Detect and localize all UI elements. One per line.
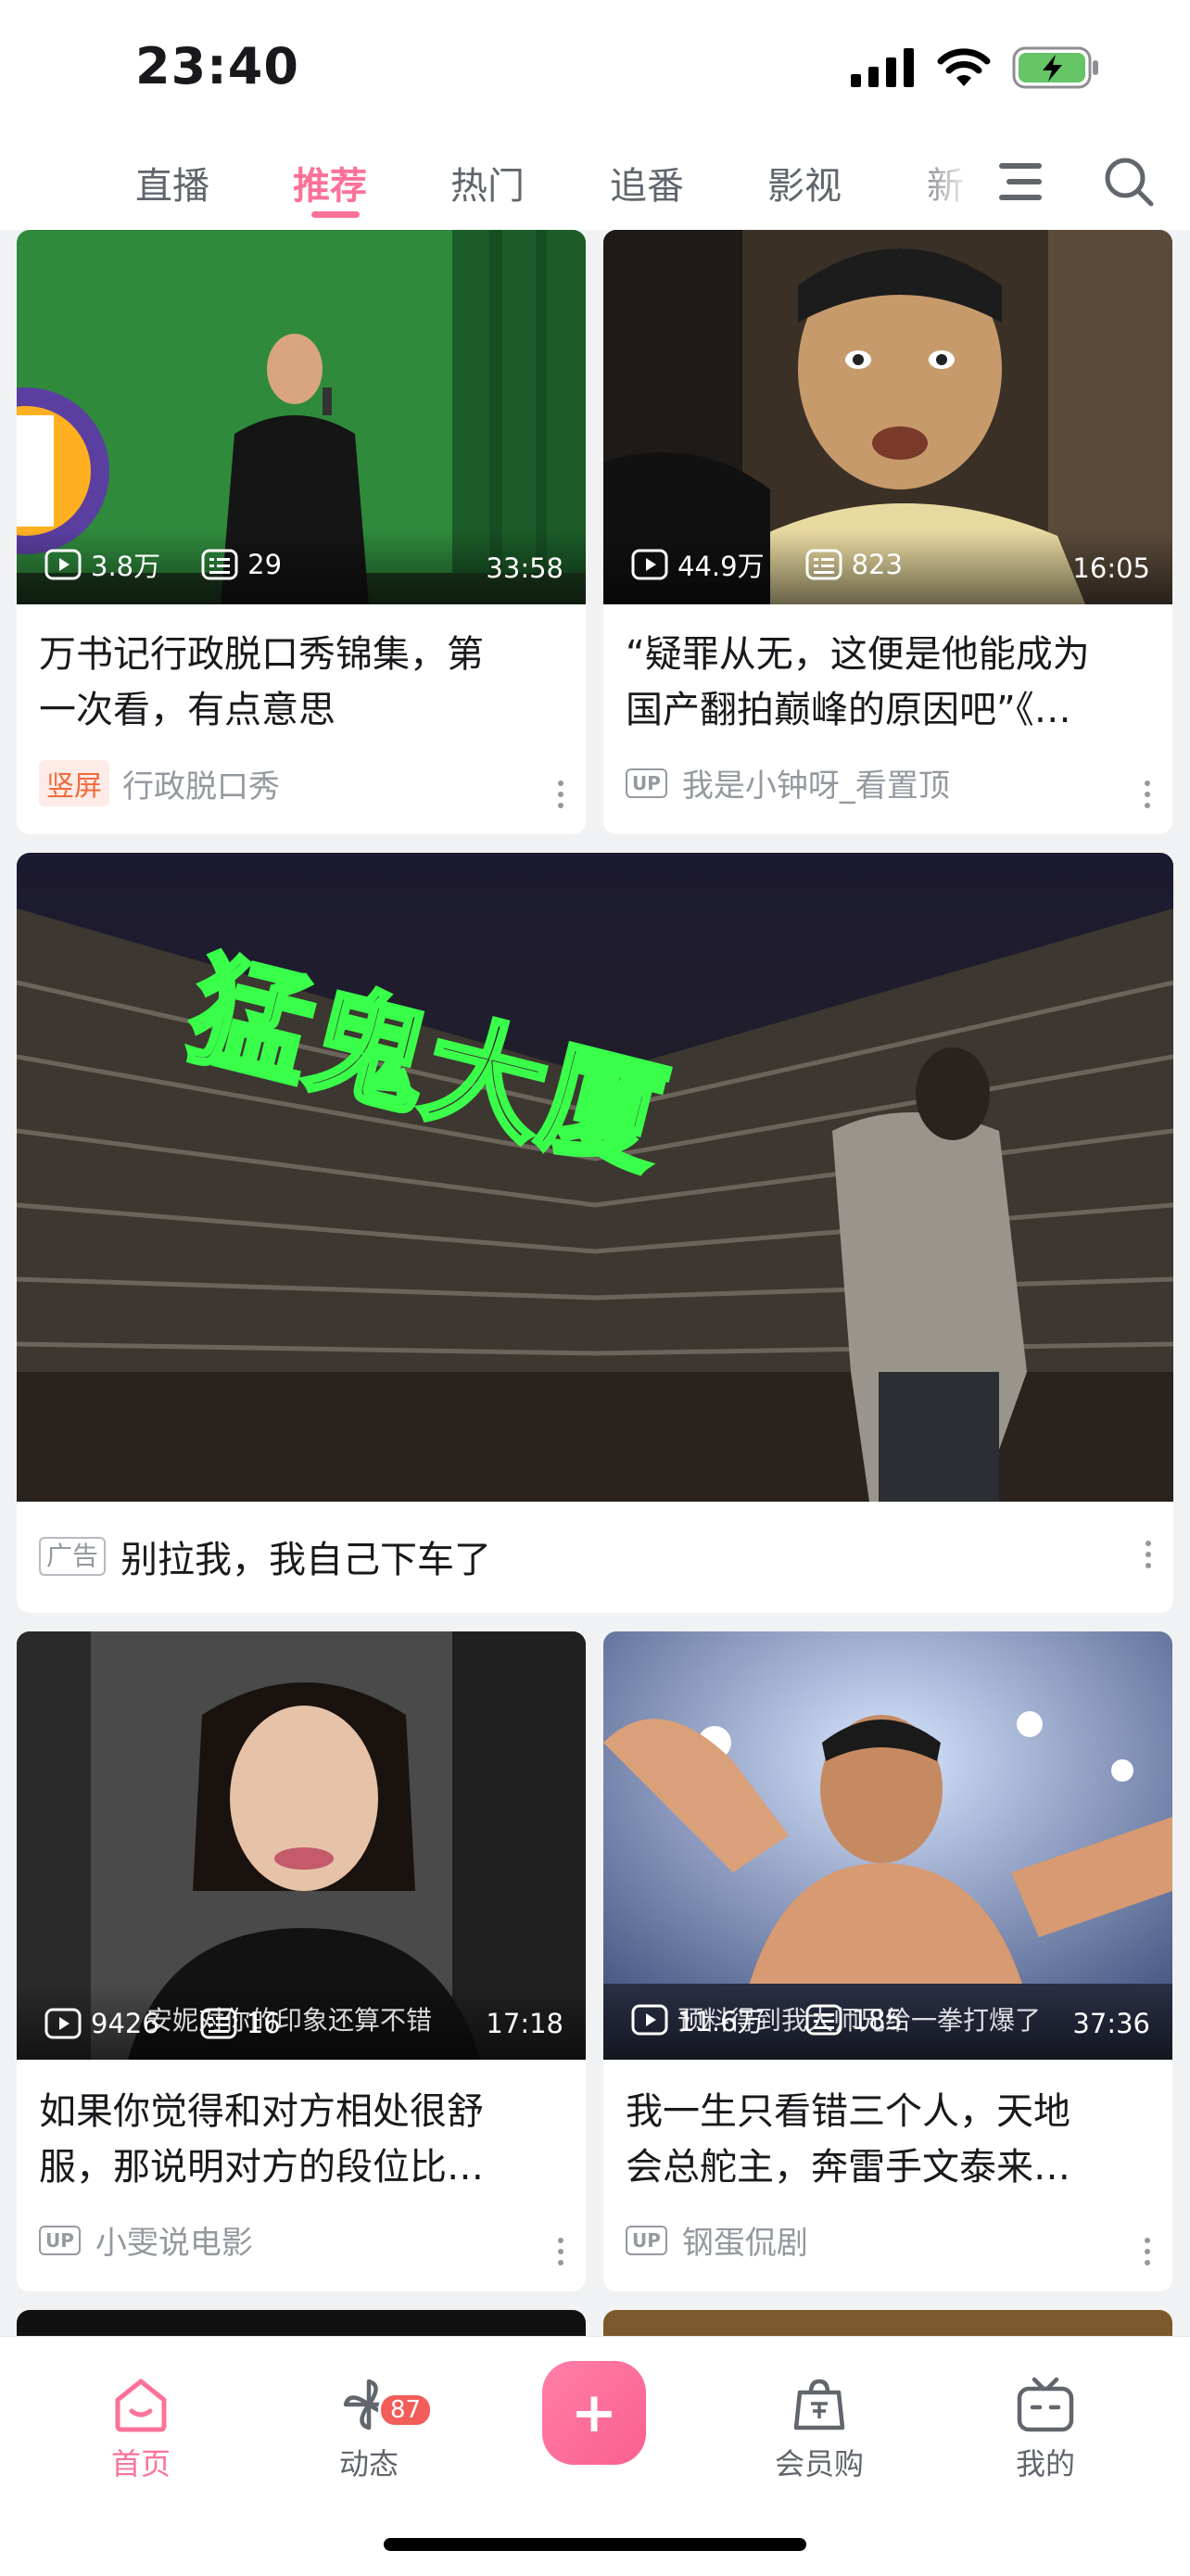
video-duration: 16:05 bbox=[1072, 552, 1150, 584]
tab-live[interactable]: 直播 bbox=[135, 156, 209, 209]
danmaku-count: 16 bbox=[246, 2008, 281, 2039]
video-duration: 33:58 bbox=[486, 552, 563, 584]
play-count-icon bbox=[631, 2004, 668, 2036]
video-stats: 44.9万 823 bbox=[631, 545, 943, 584]
tv-icon bbox=[1017, 2377, 1074, 2432]
author-name[interactable]: 行政脱口秀 bbox=[122, 761, 280, 806]
nav-home[interactable]: 首页 bbox=[76, 2367, 206, 2483]
video-stats: 11.6万 185 bbox=[631, 2000, 943, 2039]
author-name[interactable]: 我是小钟呀_看置顶 bbox=[682, 760, 950, 806]
up-badge: UP bbox=[626, 2225, 667, 2255]
video-title[interactable]: 万书记行政脱口秀锦集，第 一次看，有点意思 bbox=[39, 627, 484, 738]
wifi-icon bbox=[937, 48, 991, 86]
video-thumbnail[interactable]: 安妮对你的印象还算不错 9426 16 17:18 bbox=[17, 1631, 586, 2060]
more-options-icon[interactable] bbox=[1145, 780, 1150, 808]
video-stats: 3.8万 29 bbox=[44, 545, 323, 584]
video-thumbnail[interactable]: 3.8万 29 33:58 bbox=[17, 230, 586, 604]
more-options-icon[interactable] bbox=[558, 2238, 563, 2265]
more-options-icon[interactable] bbox=[558, 780, 563, 808]
notification-badge: 87 bbox=[378, 2392, 434, 2428]
danmaku-icon bbox=[805, 549, 842, 580]
ad-card[interactable]: 猛鬼大厦 广告 别拉我，我自己下车了 bbox=[17, 853, 1173, 1613]
danmaku-count: 185 bbox=[851, 2004, 903, 2036]
play-count-icon bbox=[44, 549, 82, 580]
video-thumbnail[interactable]: 44.9万 823 16:05 bbox=[603, 230, 1172, 604]
danmaku-icon bbox=[805, 2004, 842, 2036]
battery-charging-icon bbox=[1012, 46, 1098, 89]
more-options-icon[interactable] bbox=[1145, 2238, 1150, 2265]
danmaku-count: 823 bbox=[851, 549, 903, 580]
plus-icon: + bbox=[570, 2380, 618, 2445]
tab-movies[interactable]: 影视 bbox=[767, 156, 842, 209]
video-title[interactable]: 我一生只看错三个人，天地 会总舵主，奔雷手文泰来… bbox=[626, 2084, 1070, 2195]
ad-meta: 广告 别拉我，我自己下车了 bbox=[39, 1529, 491, 1583]
tab-hot[interactable]: 热门 bbox=[450, 156, 525, 209]
author-name[interactable]: 小雯说电影 bbox=[95, 2217, 253, 2263]
video-meta: UP 小雯说电影 bbox=[39, 2217, 253, 2263]
tab-recommend[interactable]: 推荐 bbox=[293, 156, 367, 209]
cellular-signal-icon bbox=[851, 48, 914, 87]
vertical-badge: 竖屏 bbox=[39, 760, 109, 806]
view-count: 44.9万 bbox=[677, 551, 765, 582]
top-tab-bar: 直播 推荐 热门 追番 影视 新 bbox=[0, 139, 1190, 230]
video-meta: 竖屏 行政脱口秀 bbox=[39, 760, 280, 806]
danmaku-icon bbox=[201, 549, 238, 580]
home-indicator[interactable] bbox=[384, 2538, 806, 2551]
home-icon bbox=[115, 2379, 167, 2432]
video-thumbnail[interactable]: 预料得到我大师兄给一拳打爆了 11.6万 185 37:36 bbox=[603, 1631, 1172, 2060]
view-count: 11.6万 bbox=[677, 2006, 765, 2037]
video-card[interactable]: 3.8万 29 33:58 万书记行政脱口秀锦集，第 一次看，有点意思 竖屏 行… bbox=[17, 230, 586, 834]
video-stats: 9426 16 bbox=[44, 2008, 322, 2039]
ad-image[interactable]: 猛鬼大厦 bbox=[17, 853, 1173, 1502]
video-card-partial[interactable] bbox=[603, 2310, 1172, 2336]
video-card-partial[interactable] bbox=[17, 2310, 586, 2336]
active-tab-indicator bbox=[311, 211, 360, 218]
video-meta: UP 钢蛋侃剧 bbox=[626, 2217, 808, 2263]
danmaku-count: 29 bbox=[247, 549, 283, 580]
tab-anime[interactable]: 追番 bbox=[610, 156, 684, 209]
status-icons bbox=[851, 46, 1101, 89]
video-title[interactable]: 如果你觉得和对方相处很舒 服，那说明对方的段位比… bbox=[39, 2084, 484, 2195]
nav-shop[interactable]: 会员购 bbox=[754, 2367, 884, 2483]
menu-icon[interactable] bbox=[999, 161, 1042, 202]
video-card[interactable]: 安妮对你的印象还算不错 9426 16 17:18 如果你觉得和对方相处很舒 服… bbox=[17, 1631, 586, 2291]
video-card[interactable]: 44.9万 823 16:05 “疑罪从无，这便是他能成为 国产翻拍巅峰的原因吧… bbox=[603, 230, 1172, 834]
search-icon[interactable] bbox=[1103, 156, 1155, 208]
video-meta: UP 我是小钟呀_看置顶 bbox=[626, 760, 950, 806]
view-count: 9426 bbox=[91, 2008, 159, 2039]
status-bar: 23:40 bbox=[0, 0, 1190, 139]
danmaku-icon bbox=[200, 2008, 237, 2039]
ad-badge: 广告 bbox=[39, 1537, 107, 1576]
play-count-icon bbox=[631, 549, 668, 580]
ad-title[interactable]: 别拉我，我自己下车了 bbox=[120, 1529, 491, 1583]
video-duration: 37:36 bbox=[1072, 2008, 1150, 2039]
status-time: 23:40 bbox=[135, 37, 299, 95]
author-name[interactable]: 钢蛋侃剧 bbox=[682, 2217, 808, 2263]
up-badge: UP bbox=[39, 2225, 81, 2255]
up-badge: UP bbox=[626, 768, 667, 798]
upload-button[interactable]: + bbox=[542, 2361, 646, 2465]
video-card[interactable]: 预料得到我大师兄给一拳打爆了 11.6万 185 37:36 我一生只看错三个人… bbox=[603, 1631, 1172, 2291]
nav-mine[interactable]: 我的 bbox=[981, 2367, 1110, 2483]
play-count-icon bbox=[44, 2008, 82, 2039]
more-options-icon[interactable] bbox=[1146, 1541, 1151, 1568]
video-title[interactable]: “疑罪从无，这便是他能成为 国产翻拍巅峰的原因吧”《… bbox=[626, 627, 1090, 738]
shopping-bag-icon bbox=[793, 2379, 845, 2430]
video-duration: 17:18 bbox=[486, 2008, 563, 2039]
view-count: 3.8万 bbox=[91, 551, 161, 582]
tab-fade-mask bbox=[908, 148, 973, 222]
video-feed[interactable]: 3.8万 29 33:58 万书记行政脱口秀锦集，第 一次看，有点意思 竖屏 行… bbox=[0, 230, 1190, 2336]
nav-dynamic[interactable]: 动态 87 bbox=[304, 2367, 434, 2483]
